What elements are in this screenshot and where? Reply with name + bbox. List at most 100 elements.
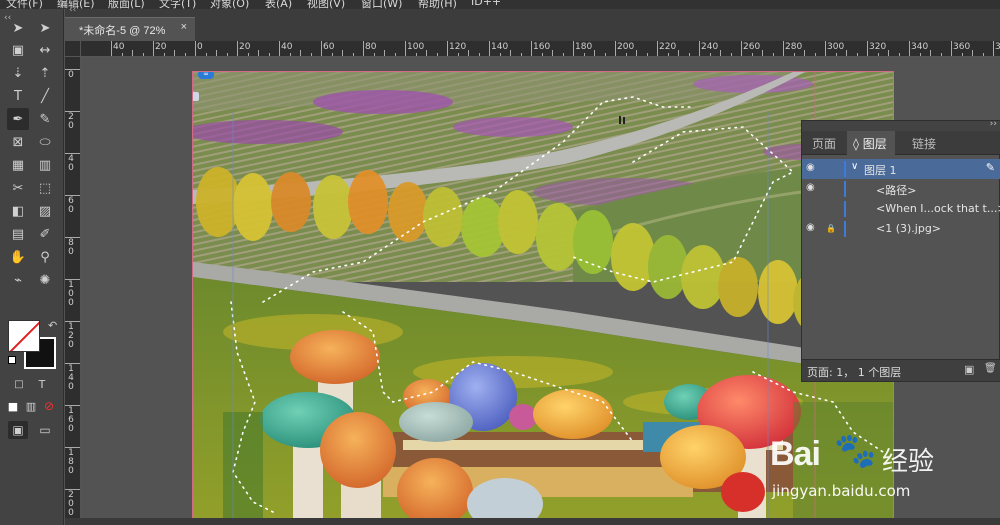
content-collector-icon[interactable]: ⇣: [7, 62, 29, 84]
menu-file[interactable]: 文件(F): [6, 0, 43, 9]
ruler-minor-tick: [436, 53, 438, 56]
eyedropper-tool-icon[interactable]: ✐: [34, 223, 56, 245]
ruler-minor-tick: [331, 53, 333, 56]
selection-tool-icon[interactable]: ➤: [7, 17, 29, 39]
formatting-affects-text-icon[interactable]: T: [33, 375, 51, 393]
menu-view[interactable]: 视图(V): [307, 0, 345, 9]
new-layer-icon[interactable]: ▣: [964, 363, 974, 376]
gradient-feather-tool-icon[interactable]: ▨: [34, 200, 56, 222]
content-placer-icon[interactable]: ⇡: [34, 62, 56, 84]
tab-bar-collapse-icon[interactable]: ‹‹: [69, 5, 76, 15]
ruler-minor-tick: [478, 53, 480, 56]
collapse-panel-icon[interactable]: ››: [990, 119, 997, 129]
layer-row-text-frame[interactable]: <When I...ock that t...>: [802, 199, 1000, 219]
close-tab-icon[interactable]: ×: [181, 21, 187, 33]
layer-color-bar: [844, 221, 846, 237]
menu-idplus[interactable]: ID++: [471, 0, 501, 8]
tab-links[interactable]: 链接: [912, 135, 936, 152]
rectangle-frame-tool-icon[interactable]: ⊠: [7, 131, 29, 153]
ruler-tick: [993, 41, 994, 56]
menu-window[interactable]: 窗口(W): [361, 0, 402, 9]
view-mode-icon[interactable]: ▭: [35, 421, 55, 439]
layer-row-layer-1[interactable]: ◉ ∨ 图层 1 ✎: [802, 159, 1000, 179]
color-theme-tool-icon[interactable]: ⌁: [7, 269, 29, 291]
table-tool-icon[interactable]: ▦: [7, 154, 29, 176]
frame-anchor-icon[interactable]: [193, 92, 199, 101]
target-layer-pen-icon[interactable]: ✎: [986, 161, 995, 174]
expand-chevron-icon[interactable]: ∨: [851, 161, 858, 172]
vertical-ruler[interactable]: 0 2 0 4 0 6 0 8 0 1 0 0 1 2 0 1 4 0 1 6 0 1 8 0 2 …: [65, 57, 81, 525]
ruler-minor-tick: [174, 50, 175, 56]
watermark-chinese-label: 经验: [882, 447, 935, 477]
scissors-tool-icon[interactable]: ✂: [7, 177, 29, 199]
tab-layers[interactable]: ◊ 图层: [847, 131, 895, 157]
ruler-minor-tick: [268, 53, 270, 56]
baidu-jingyan-watermark: Bai 🐾 经验 jingyan.baidu.com: [770, 415, 970, 510]
ellipse-tool-icon[interactable]: ⬭: [34, 131, 56, 153]
status-bar: [65, 518, 1000, 525]
fill-swatch-front[interactable]: [8, 320, 40, 352]
sparkle-tool-icon[interactable]: ✺: [34, 269, 56, 291]
apply-gradient-icon[interactable]: ▥: [22, 397, 40, 415]
hand-tool-icon[interactable]: ✋: [7, 246, 29, 268]
document-tab[interactable]: *未命名-5 @ 72% ×: [65, 17, 195, 41]
ruler-tick: [825, 41, 826, 56]
ruler-label: 1 2 0: [68, 322, 74, 350]
menu-help[interactable]: 帮助(H): [418, 0, 457, 9]
ruler-minor-tick: [972, 50, 973, 56]
ruler-tick: [741, 41, 742, 56]
ruler-minor-tick: [898, 53, 900, 56]
ruler-label: 40: [281, 42, 293, 52]
visibility-eye-icon[interactable]: ◉: [806, 162, 815, 173]
direct-selection-tool-icon[interactable]: ➤: [34, 17, 56, 39]
visibility-eye-icon[interactable]: ◉: [806, 222, 815, 233]
note-tool-icon[interactable]: ▤: [7, 223, 29, 245]
ruler-label: 160: [533, 42, 551, 52]
pen-tool-icon[interactable]: ✒: [7, 108, 29, 130]
visibility-eye-icon[interactable]: ◉: [806, 182, 815, 193]
horizontal-ruler[interactable]: 40 20 0 20 40 60 80 100 120 140 160 180 200 220 240 260…: [81, 41, 1000, 57]
page-tool-icon[interactable]: ▣: [7, 39, 29, 61]
formatting-affects-container-icon[interactable]: □: [10, 375, 28, 393]
ruler-minor-tick: [814, 53, 816, 56]
layer-row-path[interactable]: ◉ <路径>: [802, 179, 1000, 199]
layer-name: 图层 1: [864, 164, 897, 177]
pencil-tool-icon[interactable]: ✎: [34, 108, 56, 130]
screen-mode-icon[interactable]: ▣: [8, 421, 28, 439]
lock-icon[interactable]: 🔒: [826, 224, 836, 233]
line-tool-icon[interactable]: ╱: [34, 85, 56, 107]
free-transform-tool-icon[interactable]: ⬚: [34, 177, 56, 199]
layer-row-image[interactable]: ◉ 🔒 <1 (3).jpg>: [802, 219, 1000, 239]
type-tool-icon[interactable]: T: [7, 85, 29, 107]
ruler-label: 300: [827, 42, 845, 52]
zoom-tool-icon[interactable]: ⚲: [34, 246, 56, 268]
ruler-tick: [363, 41, 364, 56]
ruler-minor-tick: [835, 53, 837, 56]
ruler-tick: [699, 41, 700, 56]
ruler-label: 2 0 0: [68, 490, 74, 518]
ruler-tick: [405, 41, 406, 56]
delete-layer-icon[interactable]: 🗑: [984, 363, 997, 374]
column-tool-icon[interactable]: ▥: [34, 154, 56, 176]
ruler-minor-tick: [583, 53, 585, 56]
gap-tool-icon[interactable]: ↔: [34, 39, 56, 61]
ruler-minor-tick: [510, 50, 511, 56]
apply-color-icon[interactable]: ■: [4, 397, 22, 415]
apply-none-icon[interactable]: ⊘: [40, 397, 58, 415]
ruler-minor-tick: [646, 53, 648, 56]
menu-table[interactable]: 表(A): [265, 0, 292, 9]
ruler-origin[interactable]: [65, 41, 81, 57]
ruler-minor-tick: [636, 50, 637, 56]
link-badge-icon[interactable]: ∞: [198, 72, 214, 79]
menu-object[interactable]: 对象(O): [210, 0, 249, 9]
tab-pages[interactable]: 页面: [812, 135, 836, 152]
gradient-swatch-tool-icon[interactable]: ◧: [7, 200, 29, 222]
swap-fill-stroke-icon[interactable]: ↶: [48, 319, 57, 332]
default-colors-icon[interactable]: [8, 356, 16, 364]
ruler-label: 1 0 0: [68, 280, 74, 308]
indesign-window: 文件(F) 编辑(E) 版面(L) 文字(T) 对象(O) 表(A) 视图(V)…: [0, 0, 1000, 525]
layer-item-name: <1 (3).jpg>: [876, 222, 942, 235]
menu-layout[interactable]: 版面(L): [108, 0, 145, 9]
ruler-tick: [65, 489, 80, 490]
menu-type[interactable]: 文字(T): [159, 0, 196, 9]
